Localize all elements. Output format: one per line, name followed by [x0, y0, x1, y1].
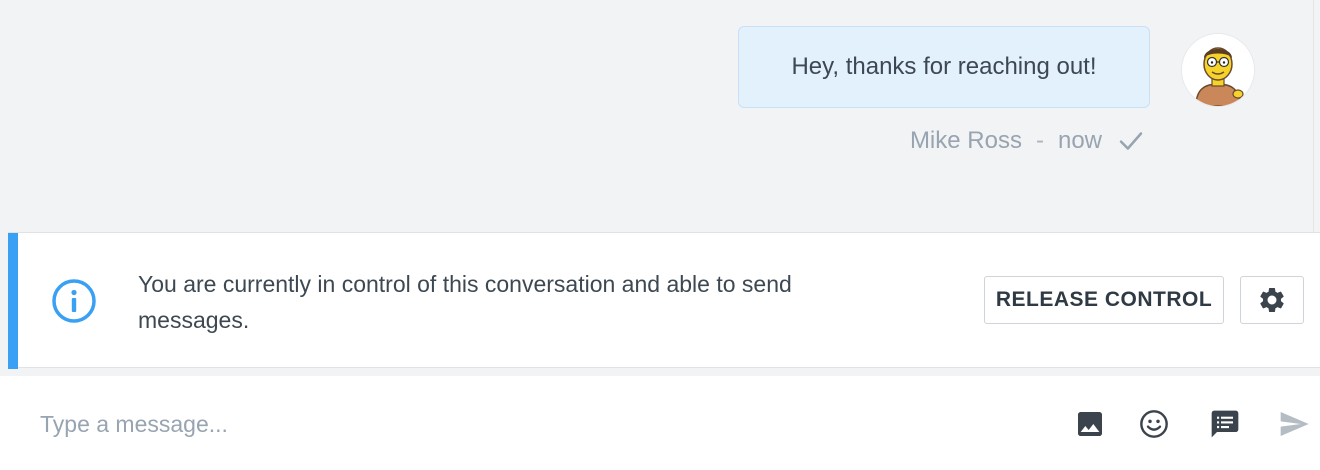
emoji-icon — [1140, 410, 1168, 438]
message-bubble: Hey, thanks for reaching out! — [738, 26, 1150, 108]
composer — [0, 376, 1320, 470]
message-author: Mike Ross — [909, 127, 1022, 154]
message-time: now — [1057, 127, 1102, 154]
saved-replies-button[interactable] — [1207, 406, 1243, 442]
image-icon — [1078, 412, 1102, 436]
info-icon — [52, 279, 96, 323]
message-text: Hey, thanks for reaching out! — [791, 53, 1097, 80]
emoji-button[interactable] — [1136, 406, 1172, 442]
cartoon-avatar-icon — [1182, 34, 1254, 106]
settings-button[interactable] — [1240, 276, 1304, 324]
banner-accent — [8, 233, 18, 369]
meta-separator: - — [1035, 127, 1044, 154]
saved-replies-icon — [1211, 410, 1239, 438]
release-control-button[interactable]: RELEASE CONTROL — [984, 276, 1224, 324]
send-icon — [1280, 412, 1309, 436]
message-meta: Mike Ross - now — [910, 124, 1146, 158]
scrollbar[interactable] — [1313, 0, 1320, 232]
gear-icon — [1260, 287, 1284, 312]
send-button[interactable] — [1276, 406, 1312, 442]
image-button[interactable] — [1072, 406, 1108, 442]
checkmark-icon — [1119, 132, 1143, 150]
control-message: You are currently in control of this con… — [138, 271, 792, 333]
message-list: Hey, thanks for reaching out! Mike Ross … — [0, 0, 1314, 232]
message-input[interactable] — [40, 400, 1020, 448]
avatar — [1182, 34, 1254, 106]
